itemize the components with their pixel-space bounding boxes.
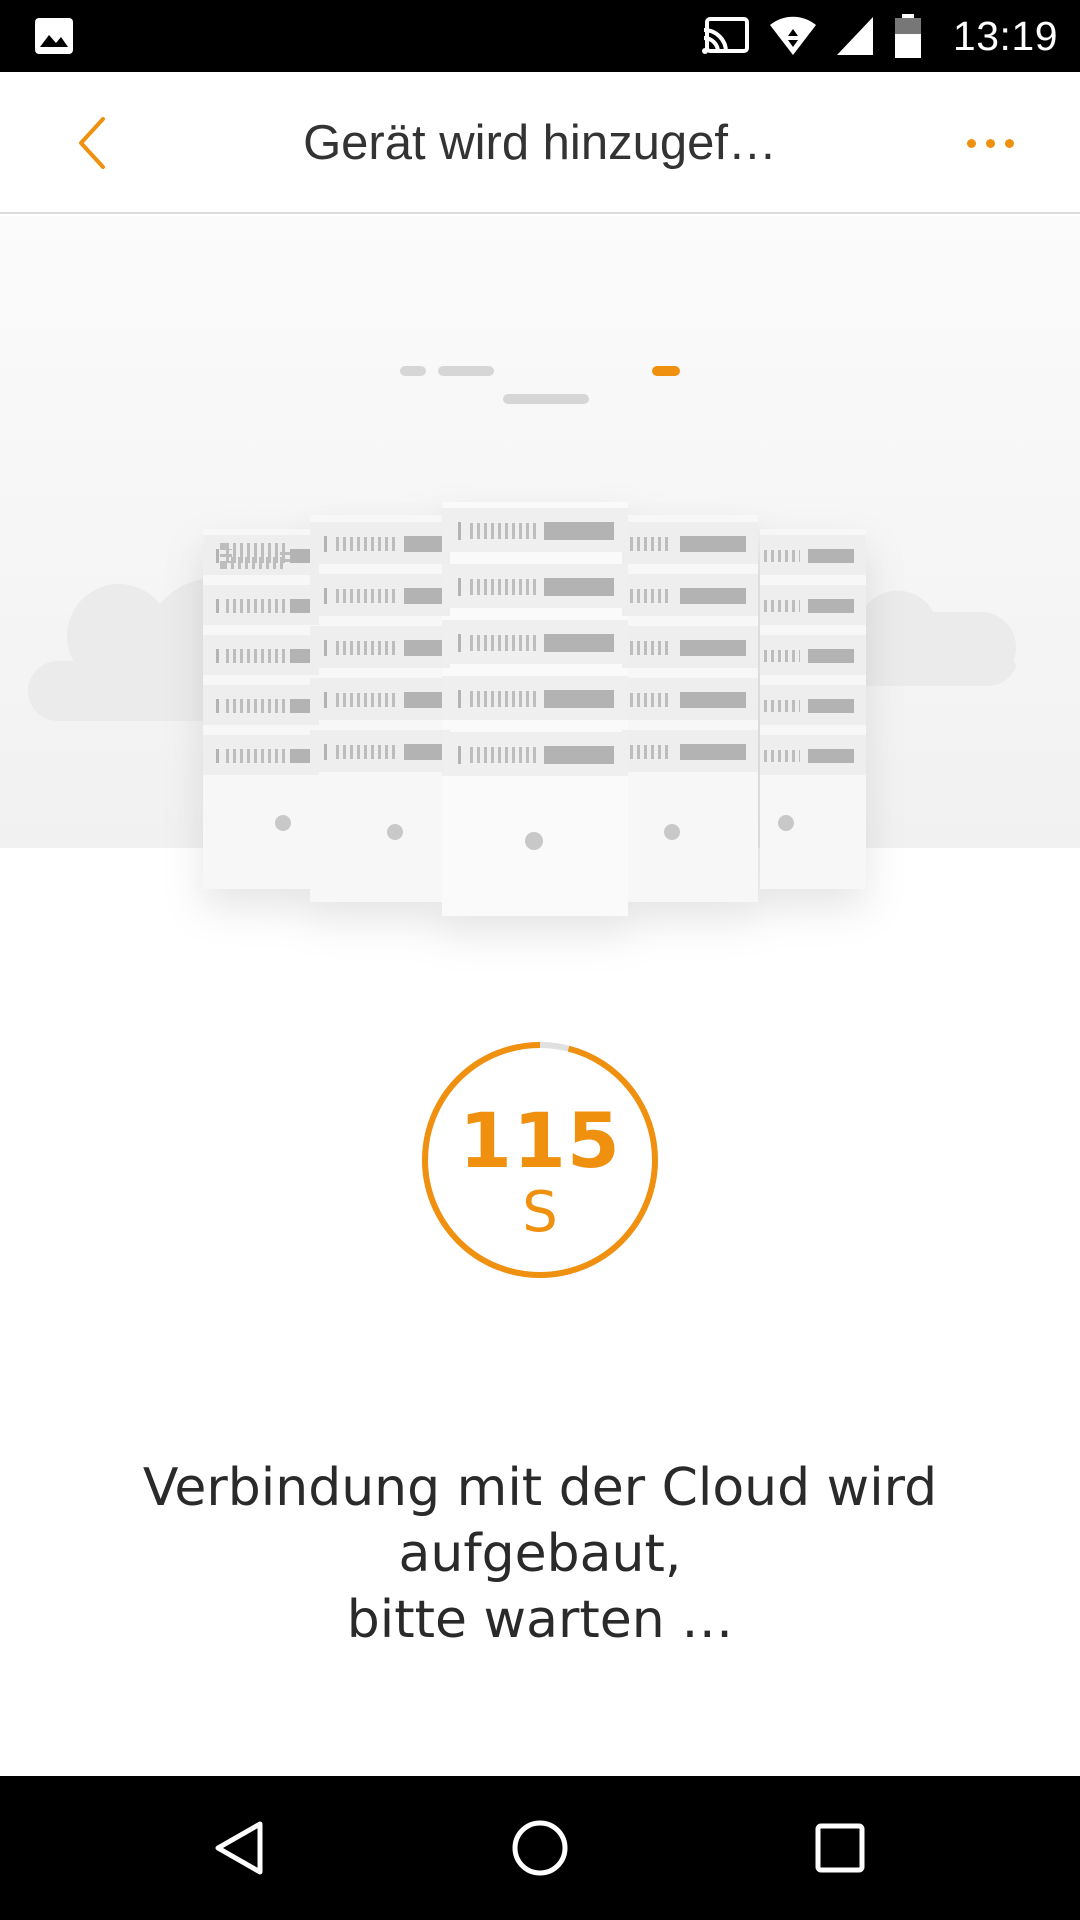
status-bar: 13:19 [0, 0, 1080, 72]
countdown-timer: 115 S [420, 1040, 660, 1280]
timer-value: 115 [459, 1096, 621, 1185]
navigation-bar [0, 1776, 1080, 1920]
back-triangle-icon [215, 1821, 263, 1875]
wifi-icon [769, 16, 816, 55]
app-bar: Gerät wird hinzugef… [0, 72, 1080, 214]
message-line-2: bitte warten … [346, 1590, 734, 1650]
image-notification-icon [34, 17, 74, 55]
servers-cloud-icon [28, 366, 1016, 916]
nav-home-button[interactable] [500, 1808, 580, 1888]
nav-back-button[interactable] [200, 1808, 280, 1888]
recents-square-icon [815, 1823, 865, 1873]
page-title: Gerät wird hinzugef… [303, 116, 777, 170]
signal-icon [836, 17, 873, 55]
message-line-1: Verbindung mit der Cloud wird aufgebaut, [142, 1458, 938, 1584]
chevron-left-icon [79, 117, 105, 169]
status-time: 13:19 [952, 12, 1058, 59]
connection-message: Verbindung mit der Cloud wird aufgebaut,… [0, 1455, 1080, 1653]
battery-icon [894, 14, 921, 58]
back-button[interactable] [60, 110, 126, 176]
timer-unit: S [522, 1180, 558, 1245]
more-options-button[interactable] [950, 110, 1030, 176]
servers-cloud-illustration [0, 216, 1080, 976]
progress-dots [400, 366, 680, 404]
cast-icon [701, 17, 749, 54]
more-dots-icon [966, 138, 976, 148]
nav-recents-button[interactable] [800, 1808, 880, 1888]
home-circle-icon [512, 1820, 568, 1876]
